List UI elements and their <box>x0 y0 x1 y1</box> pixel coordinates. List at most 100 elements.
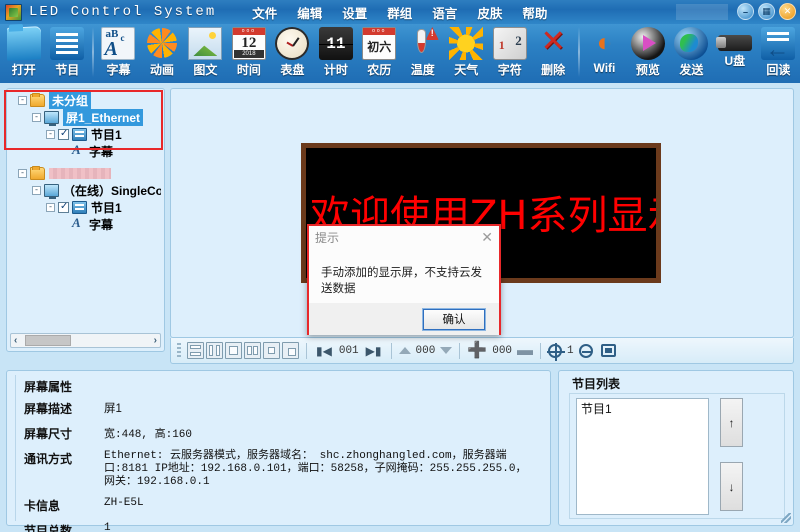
tree-horizontal-scrollbar[interactable]: ‹ › <box>10 333 161 348</box>
toolbar-button-readback[interactable]: 回读 <box>757 24 800 82</box>
resize-grip[interactable] <box>781 513 791 523</box>
menu-item-file[interactable]: 文件 <box>242 1 287 24</box>
page-number-value[interactable]: 001 <box>336 345 362 357</box>
tree-checkbox-program1-b[interactable] <box>58 201 69 213</box>
fit-screen-icon[interactable] <box>600 344 616 357</box>
toolbar-label-subtitle: 字幕 <box>106 63 131 77</box>
device-tree-panel: - 未分组 - 屏1_Ethernet - 节目1 字幕 - <box>6 88 165 352</box>
close-button[interactable]: ✕ <box>779 3 796 20</box>
tree-label-program1-b: 节目1 <box>91 201 122 215</box>
toolbar-label-wifi: Wifi <box>593 61 616 75</box>
toolbar-button-delete[interactable]: ✕ 删除 <box>531 24 574 82</box>
tree-expander[interactable]: - <box>46 203 55 212</box>
tree-checkbox-program1-a[interactable] <box>58 128 69 140</box>
triangle-up-icon[interactable] <box>398 347 411 354</box>
toolbar-button-preview[interactable]: 预览 <box>626 24 669 82</box>
toolbar-button-picture-text[interactable]: 图文 <box>184 24 227 82</box>
layout-single-icon[interactable] <box>225 342 242 359</box>
move-up-button[interactable]: ↑ <box>720 398 743 447</box>
menu-item-edit[interactable]: 编辑 <box>287 1 332 24</box>
plus-icon[interactable]: ➕ <box>467 342 487 358</box>
tree-node-program1-b[interactable]: - 节目1 <box>10 199 161 216</box>
offset-value[interactable]: 000 <box>413 345 439 357</box>
tree-node-subtitle-b[interactable]: 字幕 <box>10 215 161 233</box>
program-list-box[interactable]: 节目1 <box>576 398 709 515</box>
zoom-level-value: 1 <box>567 344 574 357</box>
animation-icon <box>145 27 179 60</box>
tree-expander[interactable]: - <box>18 169 27 178</box>
toolbar-button-animation[interactable]: 动画 <box>140 24 183 82</box>
toolbar-button-time[interactable]: ooo 12 2018 时间 <box>227 24 270 82</box>
step-forward-icon[interactable]: ▶▮ <box>364 344 384 358</box>
toolbar-button-program[interactable]: 节目 <box>45 24 88 82</box>
toolbar-button-open[interactable]: 打开 <box>2 24 45 82</box>
menu-item-skin[interactable]: 皮肤 <box>467 1 512 24</box>
title-bar: LED Control System 文件 编辑 设置 群组 语言 皮肤 帮助 … <box>0 0 800 24</box>
step-back-icon[interactable]: ▮◀ <box>314 344 334 358</box>
calendar-date-icon: ooo 12 2018 <box>231 27 266 60</box>
zoom-out-icon[interactable] <box>578 343 593 358</box>
list-item[interactable]: 节目1 <box>577 399 708 418</box>
tree-node-subtitle-a[interactable]: 字幕 <box>10 142 161 160</box>
size-value[interactable]: 000 <box>489 345 515 357</box>
scroll-left-arrow-icon[interactable]: ‹ <box>11 335 20 346</box>
toolbar-label-readback: 回读 <box>766 63 791 77</box>
tree-node-screen1[interactable]: - 屏1_Ethernet <box>10 109 161 126</box>
readback-icon <box>761 27 796 62</box>
scroll-right-arrow-icon[interactable]: › <box>151 335 160 346</box>
tree-expander[interactable]: - <box>32 113 41 122</box>
lunar-calendar-icon: ooo 初六 <box>362 27 397 60</box>
toolbar-button-usb[interactable]: U盘 <box>713 24 756 82</box>
tree-expander[interactable]: - <box>18 96 27 105</box>
close-icon[interactable]: ✕ <box>481 230 493 244</box>
maximize-button[interactable]: ▦ <box>758 3 775 20</box>
toolbar-button-wifi[interactable]: ◐ Wifi <box>583 24 626 82</box>
menu-bar: 文件 编辑 设置 群组 语言 皮肤 帮助 <box>242 1 557 24</box>
toolbar-label-lunar: 农历 <box>367 63 392 77</box>
minus-icon[interactable]: ▬ <box>517 342 533 358</box>
zoom-in-icon[interactable] <box>547 342 566 361</box>
toolbar-label-usb: U盘 <box>724 54 746 68</box>
menu-item-help[interactable]: 帮助 <box>512 1 557 24</box>
toolbar-label-temperature: 温度 <box>410 63 435 77</box>
minimize-button[interactable]: – <box>737 3 754 20</box>
tree-node-program1-a[interactable]: - 节目1 <box>10 126 161 143</box>
tree-node-singlecolor[interactable]: - （在线）SingleColo <box>10 182 161 199</box>
toolbar-button-timer[interactable]: 11 计时 <box>314 24 357 82</box>
toolbar-button-clock-face[interactable]: 表盘 <box>271 24 314 82</box>
tree-expander[interactable]: - <box>32 186 41 195</box>
layout-left-icon[interactable] <box>244 342 261 359</box>
tree-label-program1-a: 节目1 <box>91 128 122 142</box>
lunar-top-label: ooo <box>363 28 396 35</box>
layout-split-horizontal-icon[interactable] <box>187 342 204 359</box>
triangle-down-icon[interactable] <box>440 347 453 354</box>
wifi-search-icon: ◐ <box>596 27 613 57</box>
toolbar-label-preview: 预览 <box>635 63 660 77</box>
menu-item-language[interactable]: 语言 <box>422 1 467 24</box>
layout-center-icon[interactable] <box>263 342 280 359</box>
preview-toolbar: ▮◀ 001 ▶▮ 000 ➕ 000 ▬ 1 <box>170 338 794 364</box>
toolbar-button-temperature[interactable]: 温度 <box>401 24 444 82</box>
property-key: 屏幕尺寸 <box>24 427 73 441</box>
confirm-button[interactable]: 确认 <box>422 307 486 331</box>
toolbar-button-subtitle[interactable]: aB c A 字幕 <box>97 24 140 82</box>
menu-item-group[interactable]: 群组 <box>377 1 422 24</box>
device-tree[interactable]: - 未分组 - 屏1_Ethernet - 节目1 字幕 - <box>10 92 161 324</box>
layout-split-vertical-icon[interactable] <box>206 342 223 359</box>
toolbar-button-lunar[interactable]: ooo 初六 农历 <box>358 24 401 82</box>
scrollbar-thumb[interactable] <box>25 335 71 346</box>
tree-expander[interactable]: - <box>46 130 55 139</box>
toolbar-grip[interactable] <box>177 343 181 358</box>
toolbar-label-program: 节目 <box>55 63 80 77</box>
move-down-button[interactable]: ↓ <box>720 462 743 511</box>
toolbar-button-character[interactable]: 1 2 字符 <box>488 24 531 82</box>
layout-corner-icon[interactable] <box>282 342 299 359</box>
property-key: 通讯方式 <box>24 452 73 466</box>
tree-node-ungrouped[interactable]: - 未分组 <box>10 92 161 109</box>
toolbar-button-send[interactable]: 发送 <box>670 24 713 82</box>
tree-node-group-redacted[interactable]: - <box>10 165 161 182</box>
toolbar-button-weather[interactable]: 天气 <box>445 24 488 82</box>
property-key: 屏幕描述 <box>24 402 73 416</box>
main-toolbar: 打开 节目 aB c A 字幕 动画 图文 ooo 12 2018 时间 表盘 … <box>0 24 800 83</box>
menu-item-settings[interactable]: 设置 <box>332 1 377 24</box>
